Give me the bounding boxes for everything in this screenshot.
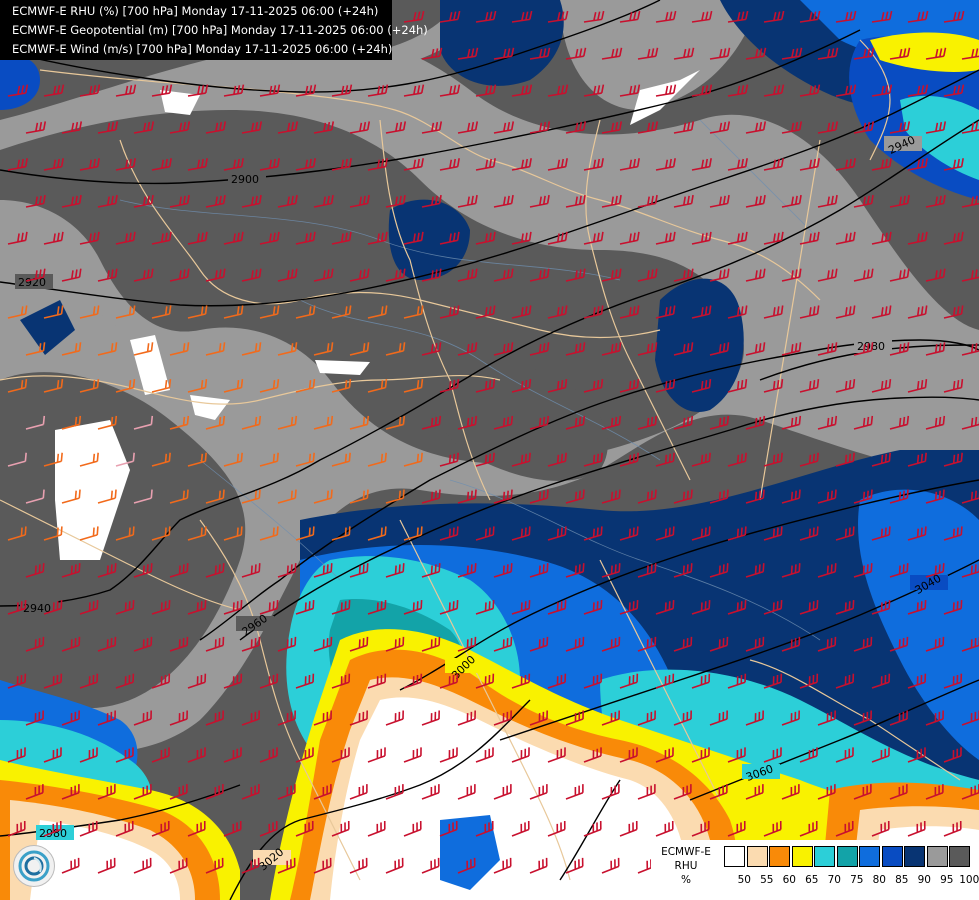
legend-title-model: ECMWF-E <box>661 846 711 858</box>
legend-swatch <box>881 846 903 867</box>
legend-tick-labels: 50 55 60 65 70 75 80 85 90 95 100 <box>733 874 979 886</box>
header-line-rhu: ECMWF-E RHU (%) [700 hPa] Monday 17-11-2… <box>12 4 379 18</box>
legend-title-unit: % <box>681 874 691 886</box>
provider-logo-icon <box>13 845 55 887</box>
legend-swatches <box>724 846 972 867</box>
legend-swatch <box>926 846 948 867</box>
legend-tick-label: 55 <box>760 874 774 886</box>
legend-swatch <box>904 846 925 867</box>
legend-tick-label: 60 <box>782 874 796 886</box>
legend-swatch <box>724 846 745 867</box>
legend-swatch <box>814 846 835 867</box>
legend-tick-label: 80 <box>872 874 886 886</box>
weather-map: 2900 2920 2940 2960 2980 2980 3000 3020 … <box>0 0 979 900</box>
legend-tick-label: 95 <box>940 874 954 886</box>
rhu-legend: ECMWF-E RHU % 50 55 60 65 70 75 80 85 90 95 100 <box>651 840 979 900</box>
legend-swatch <box>746 846 768 867</box>
legend-title: ECMWF-E RHU % <box>651 845 721 887</box>
legend-tick-label: 70 <box>827 874 841 886</box>
legend-tick-label: 50 <box>737 874 751 886</box>
contour-label: 2900 <box>231 173 259 186</box>
legend-tick-label: 85 <box>895 874 909 886</box>
legend-swatch <box>791 846 813 867</box>
legend-tick-label: 75 <box>850 874 864 886</box>
legend-tick-label: 90 <box>917 874 931 886</box>
header-line-geopotential: ECMWF-E Geopotential (m) [700 hPa] Monda… <box>12 23 428 37</box>
legend-swatch <box>859 846 880 867</box>
legend-tick-label: 100 <box>959 874 979 886</box>
legend-swatch <box>836 846 858 867</box>
header-line-wind: ECMWF-E Wind (m/s) [700 hPa] Monday 17-1… <box>12 42 393 56</box>
legend-tick-label: 65 <box>805 874 819 886</box>
legend-title-variable: RHU <box>674 860 698 872</box>
map-header: ECMWF-E RHU (%) [700 hPa] Monday 17-11-2… <box>0 0 428 60</box>
legend-swatch <box>949 846 970 867</box>
legend-swatch <box>769 846 790 867</box>
